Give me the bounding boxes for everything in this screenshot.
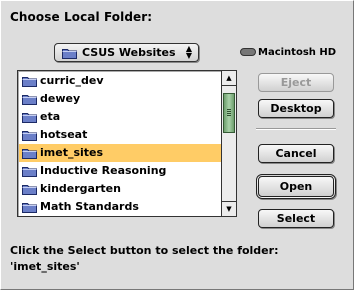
list-item-label: Inductive Reasoning — [40, 164, 167, 177]
folder-icon — [62, 47, 77, 62]
folder-icon — [22, 93, 37, 108]
list-item-label: eta — [40, 110, 61, 123]
volume-indicator: Macintosh HD — [240, 47, 336, 58]
instruction-text: Click the Select button to select the fo… — [10, 243, 278, 275]
list-item[interactable]: kindergarten — [19, 180, 222, 198]
location-popup-label: CSUS Websites — [82, 46, 176, 59]
list-item[interactable]: hotseat — [19, 126, 222, 144]
list-item[interactable]: Math Standards — [19, 198, 222, 216]
select-button[interactable]: Select — [258, 209, 334, 228]
scroll-down-arrow-icon[interactable]: ▼ — [222, 201, 236, 216]
folder-icon — [22, 111, 37, 126]
list-item-label: kindergarten — [40, 182, 121, 195]
dialog-title: Choose Local Folder: — [10, 10, 153, 24]
divider — [256, 128, 336, 130]
open-button[interactable]: Open — [256, 174, 336, 199]
hard-drive-icon — [240, 48, 256, 56]
folder-icon — [22, 201, 37, 216]
list-item[interactable]: eta — [19, 108, 222, 126]
desktop-button[interactable]: Desktop — [258, 99, 334, 118]
list-item[interactable]: Inductive Reasoning — [19, 162, 222, 180]
list-item-label: curric_dev — [40, 74, 104, 87]
instruction-line-1: Click the Select button to select the fo… — [10, 244, 279, 257]
grip-icon — [227, 109, 231, 117]
choose-folder-dialog: Choose Local Folder: CSUS Websites ▲ ▼ Ma… — [0, 0, 354, 290]
list-item-label: imet_sites — [40, 146, 104, 159]
folder-icon — [22, 129, 37, 144]
volume-label: Macintosh HD — [258, 47, 337, 58]
folder-list[interactable]: curric_dev dewey eta hotseat imet_sites … — [17, 70, 237, 217]
cancel-button[interactable]: Cancel — [258, 144, 334, 163]
list-item-label: hotseat — [40, 128, 88, 141]
scroll-up-arrow-icon[interactable]: ▲ — [222, 71, 236, 86]
location-popup[interactable]: CSUS Websites ▲ ▼ — [54, 43, 199, 62]
list-item-selected[interactable]: imet_sites — [19, 144, 222, 162]
folder-icon — [22, 165, 37, 180]
folder-icon — [22, 75, 37, 90]
folder-icon — [22, 147, 37, 162]
vertical-scrollbar[interactable]: ▲ ▼ — [221, 71, 236, 216]
list-item-label: Math Standards — [40, 200, 139, 213]
list-item-label: dewey — [40, 92, 81, 105]
list-item[interactable]: curric_dev — [19, 72, 222, 90]
scroll-thumb[interactable] — [223, 93, 235, 133]
eject-button[interactable]: Eject — [258, 73, 334, 92]
instruction-line-2: 'imet_sites' — [10, 260, 80, 273]
popup-arrows-icon: ▲ ▼ — [185, 44, 192, 60]
folder-icon — [22, 183, 37, 198]
list-item[interactable]: dewey — [19, 90, 222, 108]
